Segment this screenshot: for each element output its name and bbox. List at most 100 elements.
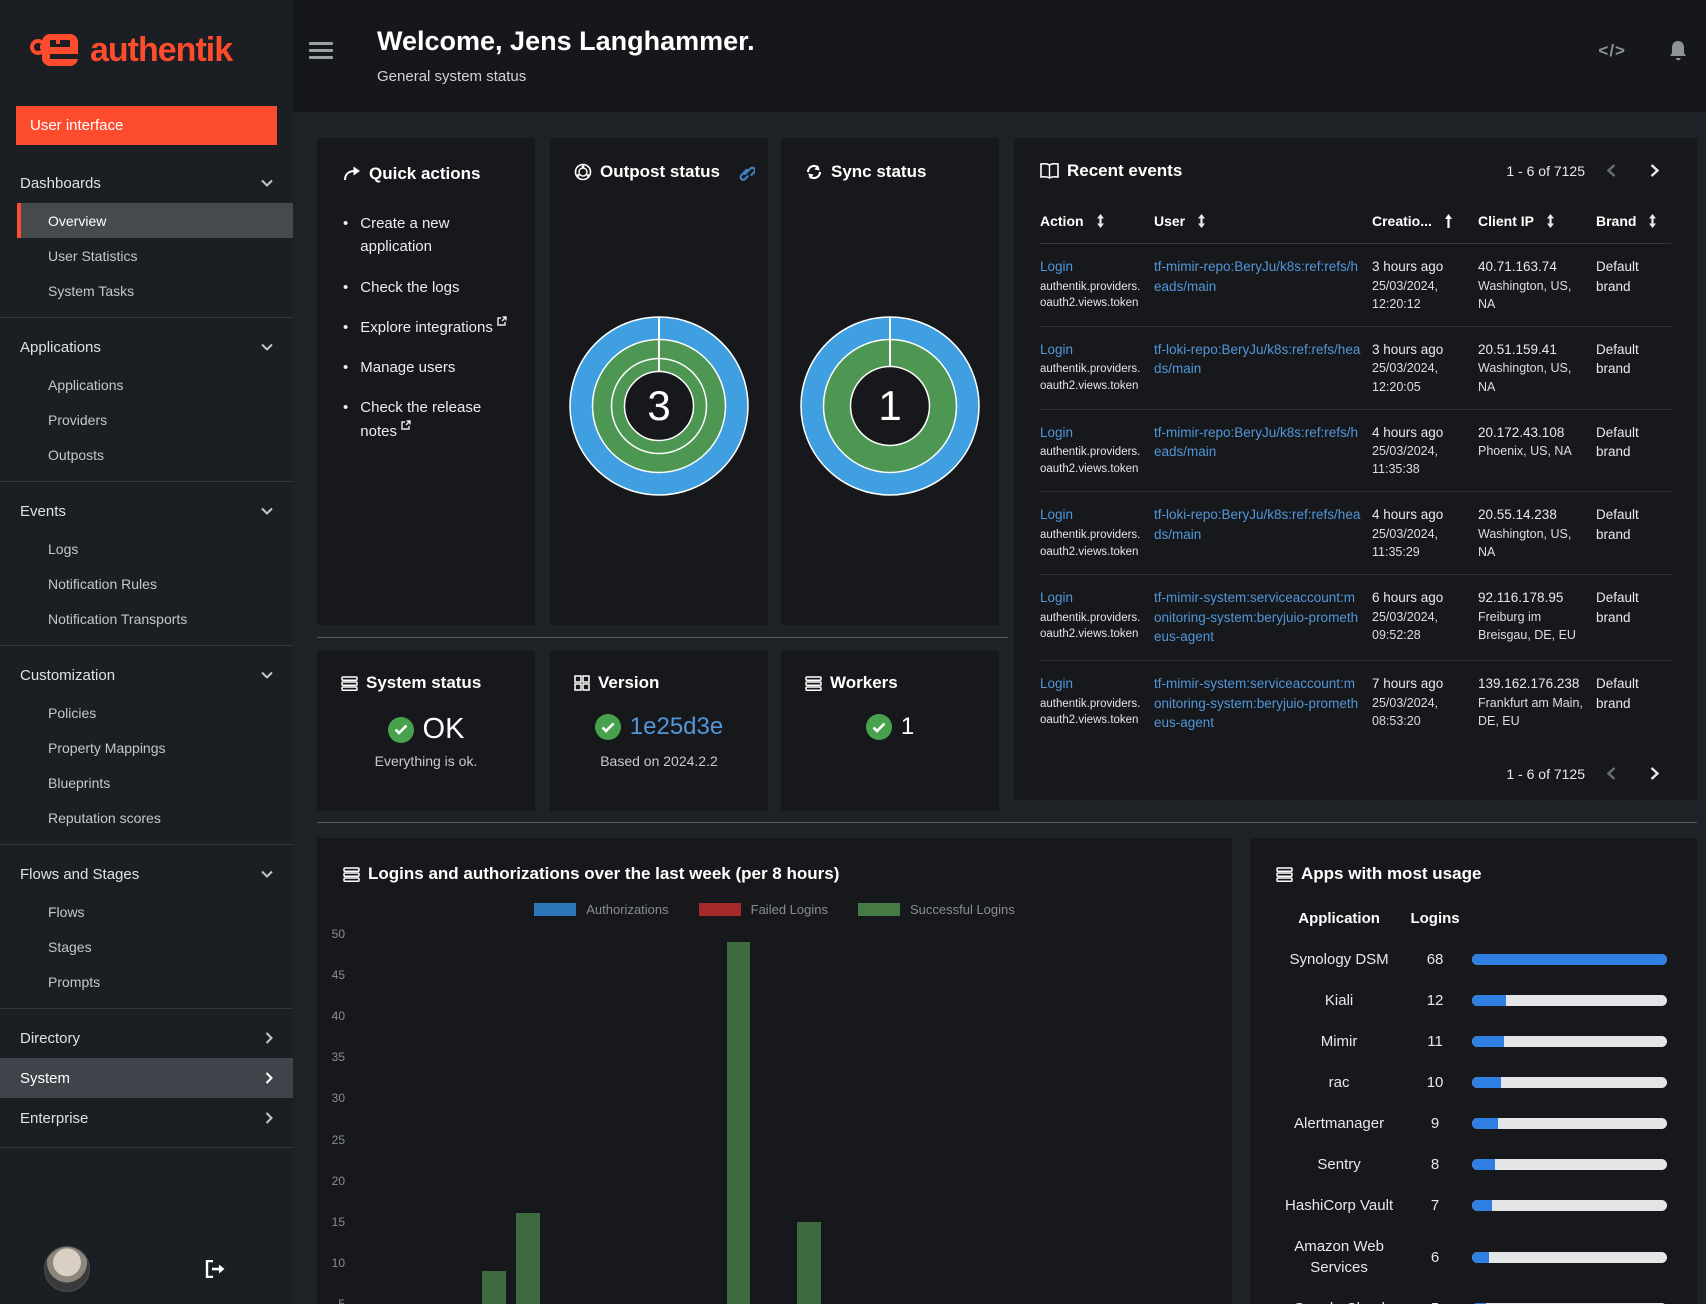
event-client-ip: 20.55.14.238 — [1478, 507, 1557, 523]
event-brand: Default brand — [1596, 507, 1639, 542]
divider — [0, 1008, 293, 1009]
logout-icon[interactable] — [205, 1260, 225, 1278]
system-status-detail: Everything is ok. — [374, 753, 478, 769]
sidebar-item-property-mappings[interactable]: Property Mappings — [0, 730, 293, 765]
chart-ytick: 15 — [331, 1214, 345, 1229]
server-icon — [343, 866, 360, 882]
event-user-link[interactable]: tf-loki-repo:BeryJu/k8s:ref:refs/heads/m… — [1154, 507, 1360, 542]
api-code-icon[interactable]: </> — [1598, 41, 1626, 61]
usage-app-name: Synology DSM — [1289, 951, 1389, 968]
event-row: Login authentik.providers.oauth2.views.to… — [1040, 491, 1671, 576]
divider — [317, 637, 1008, 638]
event-user-link[interactable]: tf-mimir-repo:BeryJu/k8s:ref:refs/heads/… — [1154, 425, 1358, 460]
pagination-next-icon[interactable] — [1638, 160, 1671, 181]
bullet: • — [343, 278, 349, 296]
sidebar-item-overview[interactable]: Overview — [17, 203, 293, 238]
sidebar-section-customization[interactable]: Customization — [0, 655, 293, 695]
section-label: System — [20, 1069, 71, 1087]
sidebar-section-flows-and-stages[interactable]: Flows and Stages — [0, 854, 293, 894]
sidebar-section-events[interactable]: Events — [0, 491, 293, 531]
sidebar-item-stages[interactable]: Stages — [0, 929, 293, 964]
hamburger-menu-icon[interactable] — [309, 42, 333, 63]
sidebar-item-logs[interactable]: Logs — [0, 531, 293, 566]
section-label: Applications — [20, 338, 101, 356]
sidebar-section-dashboards[interactable]: Dashboards — [0, 163, 293, 203]
event-action-link[interactable]: Login — [1040, 342, 1073, 357]
sidebar-item-user-statistics[interactable]: User Statistics — [0, 238, 293, 273]
legend-item-failed-logins: Failed Logins — [698, 902, 828, 917]
column-header-user[interactable]: User — [1154, 207, 1372, 244]
quick-action-check-logs[interactable]: • Check the logs — [343, 276, 517, 299]
usage-row: Synology DSM 68 — [1276, 939, 1671, 980]
quick-action-explore-integrations[interactable]: • Explore integrations — [343, 316, 517, 339]
usage-login-count: 9 — [1430, 1115, 1440, 1132]
usage-row: Mimir 11 — [1276, 1021, 1671, 1062]
event-location: Phoenix, US, NA — [1478, 444, 1572, 459]
sidebar-item-blueprints[interactable]: Blueprints — [0, 765, 293, 800]
sidebar-item-applications[interactable]: Applications — [0, 367, 293, 402]
quick-action-label: Explore integrations — [360, 318, 493, 336]
sidebar-item-policies[interactable]: Policies — [0, 695, 293, 730]
pagination-next-icon[interactable] — [1638, 763, 1671, 784]
event-client-ip: 40.71.163.74 — [1478, 259, 1557, 274]
event-action-link[interactable]: Login — [1040, 676, 1073, 691]
sidebar-section-enterprise[interactable]: Enterprise — [0, 1098, 293, 1138]
event-location: Freiburg im Breisgau, DE, EU — [1478, 609, 1576, 642]
notifications-bell-icon[interactable] — [1668, 40, 1688, 62]
divider — [317, 822, 1697, 823]
event-action-link[interactable]: Login — [1040, 259, 1073, 274]
event-user-link[interactable]: tf-loki-repo:BeryJu/k8s:ref:refs/heads/m… — [1154, 342, 1360, 377]
event-action-detail: authentik.providers.oauth2.views.token — [1040, 611, 1141, 641]
usage-bar — [1471, 954, 1667, 965]
sidebar-item-system-tasks[interactable]: System Tasks — [0, 273, 293, 308]
external-link-icon — [497, 316, 507, 326]
main-area: Welcome, Jens Langhammer. General system… — [293, 0, 1706, 1304]
version-link[interactable]: 1e25d3e — [630, 713, 723, 741]
event-brand: Default brand — [1596, 259, 1639, 294]
usage-app-name: Kiali — [1324, 992, 1354, 1009]
event-row: Login authentik.providers.oauth2.views.to… — [1040, 660, 1671, 745]
item-label: Property Mappings — [48, 739, 166, 756]
sidebar-item-notification-transports[interactable]: Notification Transports — [0, 601, 293, 636]
divider — [0, 1147, 293, 1148]
event-user-link[interactable]: tf-mimir-system:serviceaccount:monitorin… — [1154, 590, 1358, 644]
usage-row: Sentry 8 — [1276, 1144, 1671, 1185]
sidebar-section-system[interactable]: System — [0, 1058, 293, 1098]
link-icon[interactable] — [738, 164, 755, 181]
usage-app-name: Google Cloud — [1276, 1288, 1402, 1304]
column-header-action[interactable]: Action — [1040, 207, 1154, 244]
sidebar-item-prompts[interactable]: Prompts — [0, 964, 293, 999]
quick-action-release-notes[interactable]: • Check the release notes — [343, 396, 517, 443]
chart-bar — [481, 1271, 506, 1304]
usage-app-name: Alertmanager — [1294, 1115, 1385, 1132]
event-action-link[interactable]: Login — [1040, 425, 1073, 440]
event-user-link[interactable]: tf-mimir-repo:BeryJu/k8s:ref:refs/heads/… — [1154, 259, 1358, 294]
pagination-prev-icon[interactable] — [1595, 160, 1628, 181]
sidebar-item-outposts[interactable]: Outposts — [0, 437, 293, 472]
event-action-detail: authentik.providers.oauth2.views.token — [1040, 529, 1141, 558]
avatar[interactable] — [44, 1246, 90, 1292]
sidebar-section-applications[interactable]: Applications — [0, 327, 293, 367]
usage-bar — [1471, 1036, 1667, 1047]
usage-login-count: 10 — [1426, 1074, 1444, 1091]
column-header-creation[interactable]: Creatio... — [1372, 207, 1478, 244]
user-interface-button[interactable]: User interface — [16, 106, 277, 145]
usage-row: Google Cloud5 — [1276, 1288, 1671, 1304]
event-action-link[interactable]: Login — [1040, 590, 1073, 605]
quick-action-manage-users[interactable]: • Manage users — [343, 356, 517, 379]
pagination-prev-icon[interactable] — [1595, 763, 1628, 784]
quick-action-create-application[interactable]: • Create a new application — [343, 212, 517, 259]
sidebar-item-reputation-scores[interactable]: Reputation scores — [0, 800, 293, 835]
sidebar-item-flows[interactable]: Flows — [0, 894, 293, 929]
column-header-client-ip[interactable]: Client IP — [1478, 207, 1596, 244]
event-row: Login authentik.providers.oauth2.views.to… — [1040, 326, 1671, 410]
sidebar-section-directory[interactable]: Directory — [0, 1018, 293, 1058]
event-user-link[interactable]: tf-mimir-system:serviceaccount:monitorin… — [1154, 676, 1358, 730]
event-action-link[interactable]: Login — [1040, 507, 1073, 522]
column-header-brand[interactable]: Brand — [1596, 207, 1671, 244]
recent-events-title: Recent events — [1067, 160, 1183, 180]
chart-bar — [726, 942, 751, 1304]
sidebar-item-notification-rules[interactable]: Notification Rules — [0, 566, 293, 601]
event-time-relative: 4 hours ago — [1372, 424, 1444, 440]
sidebar-item-providers[interactable]: Providers — [0, 402, 293, 437]
